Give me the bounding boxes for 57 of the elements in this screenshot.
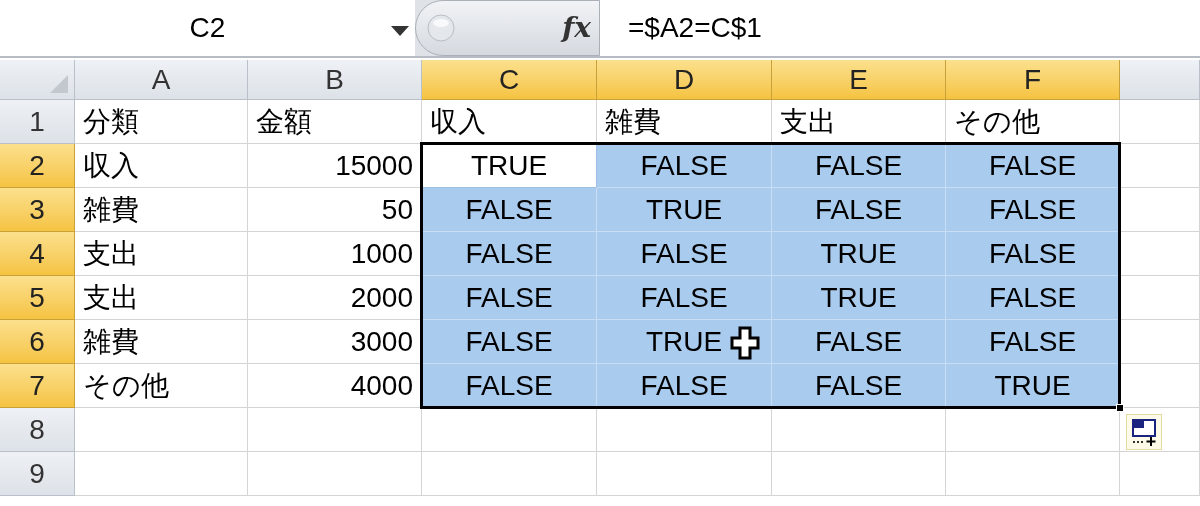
column-header[interactable]: C: [422, 60, 597, 100]
paste-options-button[interactable]: [1126, 414, 1162, 450]
table-cell: 支出: [75, 276, 248, 320]
insert-function-button[interactable]: fx: [562, 7, 591, 49]
table-cell: FALSE: [597, 232, 772, 276]
table-cell: FALSE: [946, 188, 1120, 232]
row-header[interactable]: 5: [0, 276, 75, 320]
name-box[interactable]: C2: [0, 0, 415, 56]
row-header[interactable]: 1: [0, 100, 75, 144]
table-cell: TRUE: [597, 188, 772, 232]
column-header[interactable]: B: [248, 60, 422, 100]
row-header[interactable]: 9: [0, 452, 75, 496]
formula-field[interactable]: =$A2=C$1: [628, 7, 762, 49]
column-header[interactable]: A: [75, 60, 248, 100]
table-cell: FALSE: [946, 144, 1120, 188]
row-header[interactable]: 3: [0, 188, 75, 232]
table-cell: TRUE: [422, 144, 597, 188]
table-cell: TRUE: [772, 232, 946, 276]
table-cell: 収入: [75, 144, 248, 188]
row-header[interactable]: 8: [0, 408, 75, 452]
table-cell: 雑費: [75, 320, 248, 364]
table-cell: FALSE: [946, 232, 1120, 276]
table-cell: FALSE: [597, 144, 772, 188]
table-cell: FALSE: [422, 188, 597, 232]
table-cell: FALSE: [946, 320, 1120, 364]
row-header[interactable]: 4: [0, 232, 75, 276]
triangle-icon: [50, 75, 68, 93]
table-cell: FALSE: [772, 364, 946, 408]
table-cell: 金額: [248, 100, 422, 144]
table-cell: 分類: [75, 100, 248, 144]
fill-handle[interactable]: [1116, 404, 1124, 412]
table-cell: FALSE: [597, 364, 772, 408]
table-cell: FALSE: [772, 320, 946, 364]
cell-reference: C2: [189, 11, 226, 45]
table-cell: TRUE: [946, 364, 1120, 408]
table-cell: 雑費: [75, 188, 248, 232]
caret-icon[interactable]: [391, 26, 409, 36]
resize-handle-icon[interactable]: [426, 13, 456, 43]
cursor-icon: [730, 326, 760, 360]
column-header[interactable]: D: [597, 60, 772, 100]
column-header[interactable]: F: [946, 60, 1120, 100]
column-header[interactable]: E: [772, 60, 946, 100]
table-cell: FALSE: [422, 276, 597, 320]
table-cell: 支出: [75, 232, 248, 276]
table-cell: FALSE: [946, 276, 1120, 320]
row-header[interactable]: 6: [0, 320, 75, 364]
table-cell: TRUE: [772, 276, 946, 320]
table-cell: FALSE: [422, 232, 597, 276]
row-header[interactable]: 7: [0, 364, 75, 408]
table-cell: FALSE: [422, 320, 597, 364]
table-cell: FALSE: [422, 364, 597, 408]
row-header[interactable]: 2: [0, 144, 75, 188]
table-cell: FALSE: [772, 144, 946, 188]
table-cell: TRUE: [597, 320, 772, 364]
table-cell: その他: [75, 364, 248, 408]
table-cell: FALSE: [597, 276, 772, 320]
table-cell: FALSE: [772, 188, 946, 232]
